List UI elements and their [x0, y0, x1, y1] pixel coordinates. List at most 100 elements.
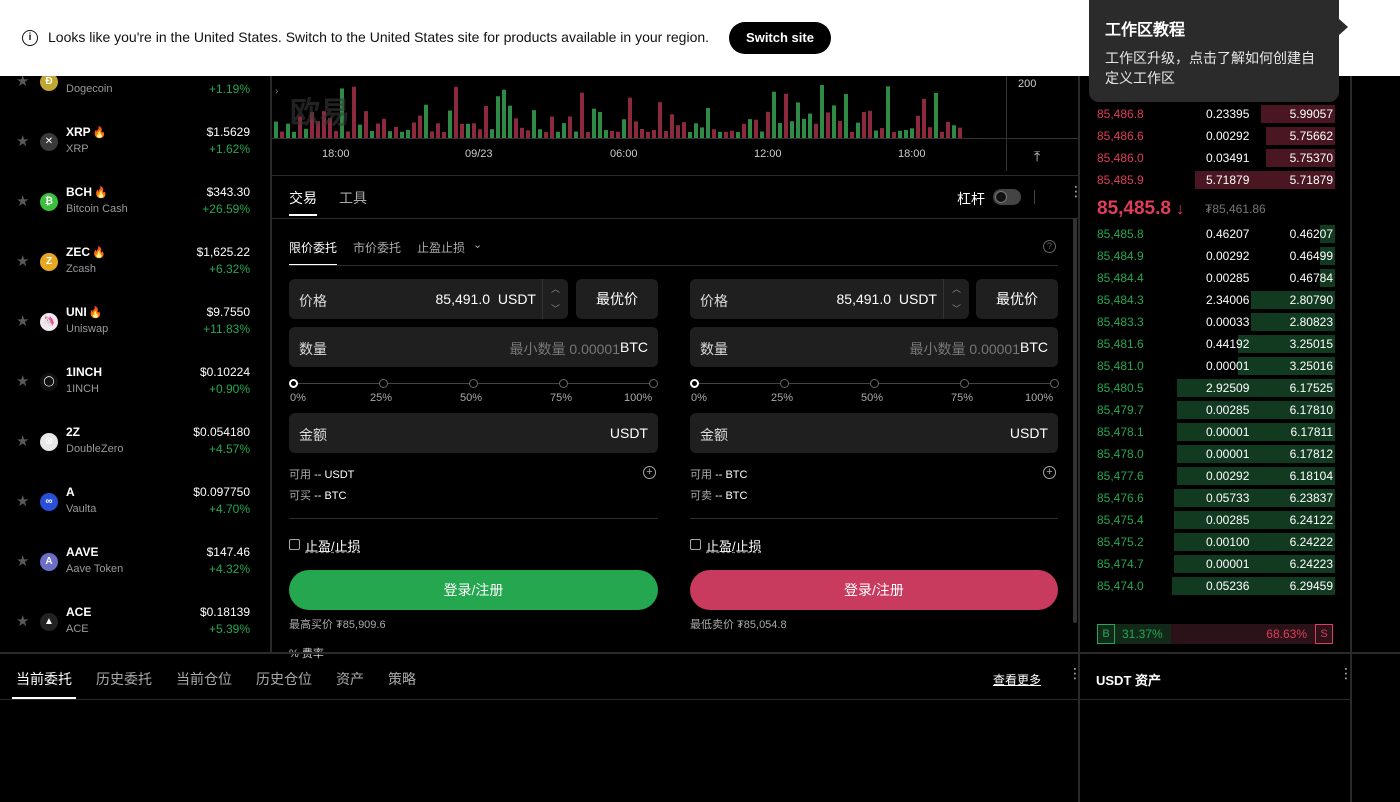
- ask-row[interactable]: 85,486.6 0.00292 5.75662: [1080, 125, 1335, 147]
- bottom-tab[interactable]: 当前仓位: [176, 669, 232, 689]
- deposit-plus-icon[interactable]: +: [1043, 466, 1056, 479]
- order-type-market[interactable]: 市价委托: [353, 239, 401, 256]
- price-stepper[interactable]: ︿ ﹀: [943, 279, 969, 319]
- ask-row[interactable]: 85,486.8 0.23395 5.99057: [1080, 103, 1335, 125]
- volume-bar: [742, 123, 746, 138]
- bottom-tab[interactable]: 历史委托: [96, 669, 152, 689]
- more-menu-icon[interactable]: ⋮: [1069, 184, 1083, 198]
- star-icon[interactable]: ★: [16, 252, 29, 270]
- sell-login-button[interactable]: 登录/注册: [690, 570, 1058, 610]
- buy-amount-field[interactable]: 金额 USDT: [289, 413, 658, 453]
- ask-row[interactable]: 85,486.0 0.03491 5.75370: [1080, 147, 1335, 169]
- volume-bar: [508, 105, 512, 138]
- volume-bar: [772, 91, 776, 138]
- bid-row[interactable]: 85,477.6 0.00292 6.18104: [1080, 465, 1335, 487]
- sell-amount-field[interactable]: 金额 USDT: [690, 413, 1058, 453]
- coin-price: $0.18139: [199, 605, 250, 619]
- bid-row[interactable]: 85,481.6 0.44192 3.25015: [1080, 333, 1335, 355]
- star-icon[interactable]: ★: [16, 492, 29, 510]
- bid-row[interactable]: 85,481.0 0.00001 3.25016: [1080, 355, 1335, 377]
- sell-price-field[interactable]: 价格 85,491.0 USDT ︿ ﹀: [690, 279, 969, 319]
- chevron-down-icon[interactable]: ⌄: [473, 238, 482, 251]
- deposit-plus-icon[interactable]: +: [643, 466, 656, 479]
- volume-bar: [910, 128, 914, 138]
- bid-row[interactable]: 85,474.7 0.00001 6.24223: [1080, 553, 1335, 575]
- buy-tpsl-label[interactable]: 止盈/止损: [305, 536, 361, 555]
- bid-row[interactable]: 85,483.3 0.00033 2.80823: [1080, 311, 1335, 333]
- bid-row[interactable]: 85,476.6 0.05733 6.23837: [1080, 487, 1335, 509]
- bottom-tab[interactable]: 历史仓位: [256, 669, 312, 689]
- order-type-limit[interactable]: 限价委托: [289, 239, 337, 256]
- coin-row[interactable]: ★ ₿ BCH 🔥 Bitcoin Cash $343.30 +26.59%: [0, 178, 266, 238]
- scrollbar[interactable]: [1073, 218, 1077, 623]
- workspace-tutorial-tooltip[interactable]: 工作区教程 工作区升级，点击了解如何创建自定义工作区: [1089, 0, 1348, 102]
- star-icon[interactable]: ★: [16, 432, 29, 450]
- buy-best-price-button[interactable]: 最优价: [576, 279, 658, 319]
- bottom-tab[interactable]: 当前委托: [16, 669, 72, 689]
- order-type-tpsl[interactable]: 止盈止损: [417, 239, 465, 256]
- volume-bar: [502, 89, 506, 138]
- coin-price: $147.46: [206, 545, 250, 559]
- star-icon[interactable]: ★: [16, 372, 29, 390]
- leverage-toggle[interactable]: [993, 189, 1021, 205]
- star-icon[interactable]: ★: [16, 312, 29, 330]
- coin-row[interactable]: ★ ⊙ 2Z DoubleZero $0.054180 +4.57%: [0, 418, 266, 478]
- coin-row[interactable]: ★ Z ZEC 🔥 Zcash $1,625.22 +6.32%: [0, 238, 266, 298]
- tab-trade[interactable]: 交易: [289, 188, 317, 208]
- bid-row[interactable]: 85,475.2 0.00100 6.24222: [1080, 531, 1335, 553]
- coin-row[interactable]: ★ ✕ XRP 🔥 XRP $1.5629 +1.62%: [0, 118, 266, 178]
- coin-price: $0.097750: [193, 485, 250, 499]
- coin-symbol: AAVE: [66, 545, 99, 559]
- coin-symbol: UNI 🔥: [66, 305, 103, 319]
- coin-row[interactable]: ★ ◯ 1INCH 1INCH $0.10224 +0.90%: [0, 358, 266, 418]
- coin-row[interactable]: ★ A AAVE Aave Token $147.46 +4.32%: [0, 538, 266, 598]
- bid-row[interactable]: 85,479.7 0.00285 6.17810: [1080, 399, 1335, 421]
- more-menu-icon[interactable]: ⋮: [1068, 666, 1082, 680]
- bid-row[interactable]: 85,484.3 2.34006 2.80790: [1080, 289, 1335, 311]
- volume-bar: [832, 105, 836, 138]
- price-stepper[interactable]: ︿ ﹀: [542, 279, 568, 319]
- buy-percent-slider[interactable]: [289, 377, 658, 391]
- ob-qty: 0.00285: [1206, 271, 1250, 285]
- buy-price-field[interactable]: 价格 85,491.0 USDT ︿ ﹀: [289, 279, 568, 319]
- bottom-tab[interactable]: 策略: [388, 669, 416, 689]
- ask-row[interactable]: 85,485.9 5.71879 5.71879: [1080, 169, 1335, 191]
- sell-best-price-button[interactable]: 最优价: [976, 279, 1058, 319]
- sell-percent-slider[interactable]: [690, 377, 1059, 391]
- star-icon[interactable]: ★: [16, 552, 29, 570]
- bid-row[interactable]: 85,484.4 0.00285 0.46784: [1080, 267, 1335, 289]
- coin-row[interactable]: ★ ▲ ACE ACE $0.18139 +5.39%: [0, 598, 266, 652]
- bid-row[interactable]: 85,484.9 0.00292 0.46499: [1080, 245, 1335, 267]
- buy-quantity-field[interactable]: 数量 最小数量 0.00001 BTC: [289, 327, 658, 367]
- bid-row[interactable]: 85,474.0 0.05236 6.29459: [1080, 575, 1335, 597]
- buy-tpsl-checkbox[interactable]: [289, 539, 300, 550]
- volume-bar: [454, 86, 458, 138]
- sell-tpsl-label[interactable]: 止盈/止损: [706, 536, 762, 555]
- sell-quantity-field[interactable]: 数量 最小数量 0.00001 BTC: [690, 327, 1058, 367]
- banner-message: Looks like you're in the United States. …: [48, 29, 710, 45]
- bottom-tab[interactable]: 资产: [336, 669, 364, 689]
- volume-bar: [946, 121, 950, 138]
- volume-bar: [802, 118, 806, 138]
- ob-total: 3.25016: [1289, 359, 1333, 373]
- view-more-link[interactable]: 查看更多: [993, 671, 1041, 688]
- bid-row[interactable]: 85,475.4 0.00285 6.24122: [1080, 509, 1335, 531]
- x-tick: 06:00: [610, 148, 638, 160]
- sell-tpsl-checkbox[interactable]: [690, 539, 701, 550]
- star-icon[interactable]: ★: [16, 132, 29, 150]
- coin-row[interactable]: ★ 🦄 UNI 🔥 Uniswap $9.7550 +11.83%: [0, 298, 266, 358]
- star-icon[interactable]: ★: [16, 192, 29, 210]
- more-menu-icon[interactable]: ⋮: [1339, 666, 1353, 680]
- bid-row[interactable]: 85,478.1 0.00001 6.17811: [1080, 421, 1335, 443]
- ob-qty: 2.34006: [1206, 293, 1250, 307]
- switch-site-button[interactable]: Switch site: [729, 22, 831, 54]
- coin-row[interactable]: ★ ∞ A Vaulta $0.097750 +4.70%: [0, 478, 266, 538]
- buy-login-button[interactable]: 登录/注册: [289, 570, 658, 610]
- star-icon[interactable]: ★: [16, 612, 29, 630]
- tab-tools[interactable]: 工具: [339, 188, 367, 208]
- help-icon[interactable]: ?: [1043, 240, 1056, 253]
- bid-row[interactable]: 85,485.8 0.46207 0.46207: [1080, 223, 1335, 245]
- bid-row[interactable]: 85,478.0 0.00001 6.17812: [1080, 443, 1335, 465]
- bid-row[interactable]: 85,480.5 2.92509 6.17525: [1080, 377, 1335, 399]
- scale-icon[interactable]: ⤒: [1034, 148, 1040, 165]
